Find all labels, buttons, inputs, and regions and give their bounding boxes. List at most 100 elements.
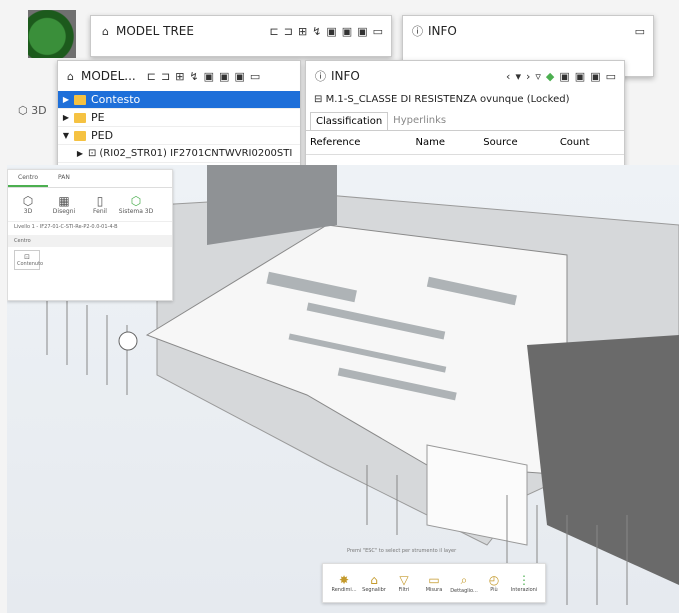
target-icon: ✸ bbox=[338, 573, 350, 587]
clock-icon: ◴ bbox=[488, 573, 500, 587]
lock-icon[interactable]: ▣ bbox=[590, 70, 600, 83]
tree-row-contesto[interactable]: ▶ Contesto bbox=[58, 91, 300, 109]
thumbnail-model bbox=[28, 10, 76, 58]
detail-button[interactable]: ⌕ Dettaglio... bbox=[449, 573, 479, 594]
expand-icon[interactable]: ⊏ bbox=[147, 70, 156, 83]
category-label: Fenil bbox=[93, 208, 107, 215]
cube-3d-icon: ⬡ 3D bbox=[18, 104, 47, 117]
model-tree-panel: ⌂ MODEL... ⊏ ⊐ ⊞ ↯ ▣ ▣ ▣ ▭ ▶ Contesto ▶ PE ▼ PED ▶… bbox=[57, 60, 301, 182]
filter-icon[interactable]: ▿ bbox=[535, 70, 541, 83]
tree-row-label: PE bbox=[91, 111, 105, 124]
col-source[interactable]: Source bbox=[479, 131, 556, 155]
classification-table: Reference Name Source Count bbox=[306, 131, 624, 155]
tab-centro[interactable]: Centro bbox=[8, 170, 49, 187]
more-button[interactable]: ◴ Più bbox=[479, 573, 509, 593]
prev-icon[interactable]: ‹ bbox=[506, 70, 510, 83]
lock-icon[interactable]: ▣ bbox=[559, 70, 569, 83]
magnifier-icon: ⌕ bbox=[460, 572, 468, 587]
window-icon[interactable]: ▭ bbox=[373, 25, 383, 38]
tool-label: Filtri bbox=[398, 587, 410, 593]
info-panel: ⓘ INFO ‹ ▾ › ▿ ◆ ▣ ▣ ▣ ▭ ⊟ M.1-S_CLASSE DI RESIS… bbox=[305, 60, 625, 182]
tree-tool-icon[interactable]: ⊞ bbox=[298, 25, 307, 38]
pivot-marker bbox=[118, 331, 138, 351]
tab-classification[interactable]: Classification bbox=[310, 112, 389, 130]
window-icon[interactable]: ▭ bbox=[250, 70, 260, 83]
filter-button[interactable]: ▽ Filtri bbox=[389, 573, 419, 593]
tool-label: Misura bbox=[425, 587, 443, 593]
folder-icon bbox=[74, 94, 86, 105]
tree-row-label: PED bbox=[91, 129, 114, 142]
expand-arrow-icon[interactable]: ▶ bbox=[58, 113, 74, 122]
tree-tool-icon[interactable]: ↯ bbox=[312, 25, 321, 38]
tree-row-pe[interactable]: ▶ PE bbox=[58, 109, 300, 127]
col-count[interactable]: Count bbox=[555, 131, 624, 155]
lock-icon[interactable]: ▣ bbox=[357, 25, 367, 38]
lock-icon[interactable]: ▣ bbox=[234, 70, 244, 83]
info-title: INFO bbox=[331, 69, 360, 83]
sheet-icon: ▦ bbox=[58, 194, 70, 208]
side-label: 3D bbox=[31, 104, 47, 117]
info-icon: ⓘ bbox=[412, 24, 423, 38]
element-name: M.1-S_CLASSE DI RESISTENZA ovunque (Lock… bbox=[325, 94, 570, 105]
tree-row-ped[interactable]: ▼ PED bbox=[58, 127, 300, 145]
3d-viewer[interactable]: Centro PAN ⬡ 3D ▦ Disegni ▯ Fenil ⬡ Sistema … bbox=[7, 165, 679, 613]
category-label: Disegni bbox=[52, 208, 76, 215]
render-button[interactable]: ✸ Rendimi... bbox=[329, 573, 359, 593]
tool-label: Dettaglio... bbox=[450, 587, 478, 594]
category-fenil[interactable]: ▯ Fenil bbox=[82, 194, 118, 215]
folder-icon bbox=[74, 112, 86, 123]
expand-arrow-icon[interactable]: ▶ bbox=[72, 149, 88, 158]
next-icon[interactable]: › bbox=[526, 70, 530, 83]
category-disegni[interactable]: ▦ Disegni bbox=[46, 194, 82, 215]
tree-icon: ⋮ bbox=[518, 573, 530, 587]
category-label: Sistema 3D bbox=[118, 208, 154, 215]
content-button[interactable]: ⊡ Contenuto bbox=[14, 250, 43, 270]
lock-icon[interactable]: ▣ bbox=[326, 25, 336, 38]
collapse-arrow-icon[interactable]: ▼ bbox=[58, 131, 74, 140]
tool-label: Rendimi... bbox=[331, 587, 357, 593]
col-reference[interactable]: Reference bbox=[306, 131, 412, 155]
tree-tool-icon[interactable]: ⊐ bbox=[284, 25, 293, 38]
col-name[interactable]: Name bbox=[411, 131, 480, 155]
window-icon[interactable]: ▭ bbox=[606, 70, 616, 83]
isolate-icon[interactable]: ↯ bbox=[189, 70, 198, 83]
tab-hyperlinks[interactable]: Hyperlinks bbox=[388, 112, 451, 130]
search-field[interactable]: Centro bbox=[8, 235, 172, 247]
tool-label: Segnalibr bbox=[362, 587, 386, 593]
info-icon: ⓘ bbox=[315, 69, 326, 83]
model-tree-icon: ⌂ bbox=[67, 69, 74, 83]
tab-pan[interactable]: PAN bbox=[48, 170, 80, 187]
book-icon: ▯ bbox=[96, 194, 104, 208]
tree-tool-icon[interactable]: ⊏ bbox=[270, 25, 279, 38]
back-model-tree-title: MODEL TREE bbox=[116, 24, 194, 38]
interactions-button[interactable]: ⋮ Interazioni bbox=[509, 573, 539, 593]
expand-arrow-icon[interactable]: ▶ bbox=[58, 95, 74, 104]
lock-icon[interactable]: ▣ bbox=[219, 70, 229, 83]
tool-label: Più bbox=[490, 587, 498, 593]
measure-button[interactable]: ▭ Misura bbox=[419, 573, 449, 593]
cube-icon: ⬡ bbox=[22, 194, 34, 208]
grid-icon[interactable]: ⊞ bbox=[175, 70, 184, 83]
back-model-tree-panel: ⌂ MODEL TREE ⊏ ⊐ ⊞ ↯ ▣ ▣ ▣ ▭ bbox=[90, 15, 392, 57]
window-icon[interactable]: ▭ bbox=[635, 25, 645, 38]
category-sistema-3d[interactable]: ⬡ Sistema 3D bbox=[118, 194, 154, 215]
bookmark-button[interactable]: ⌂ Segnalibr bbox=[359, 573, 389, 593]
lock-icon[interactable]: ▣ bbox=[204, 70, 214, 83]
cube-icon: ⬡ bbox=[130, 194, 142, 208]
tree-row-label: (RI02_STR01) IF2701CNTWVRI0200STI bbox=[99, 148, 293, 159]
collapse-icon[interactable]: ⊐ bbox=[161, 70, 170, 83]
dropdown-icon[interactable]: ▾ bbox=[515, 70, 521, 83]
level-path: Livello 1 - IF27-01-C-STI-Re-P2-0.0-01-4… bbox=[8, 221, 172, 232]
category-label: 3D bbox=[23, 208, 33, 215]
tree-row-model[interactable]: ▶ ⊡ (RI02_STR01) IF2701CNTWVRI0200STI bbox=[58, 145, 300, 163]
filter-icon: ▽ bbox=[399, 573, 409, 587]
lock-icon[interactable]: ▣ bbox=[342, 25, 352, 38]
model-tree-title: MODEL... bbox=[81, 69, 136, 83]
view-browser-panel: Centro PAN ⬡ 3D ▦ Disegni ▯ Fenil ⬡ Sistema … bbox=[7, 169, 173, 301]
category-3d[interactable]: ⬡ 3D bbox=[10, 194, 46, 215]
rect-icon: ▭ bbox=[428, 573, 440, 587]
hint-text: Premi "ESC" to select per strumento il l… bbox=[347, 548, 457, 554]
bookmark-icon: ⌂ bbox=[370, 573, 378, 587]
tag-icon[interactable]: ◆ bbox=[546, 70, 554, 83]
lock-icon[interactable]: ▣ bbox=[575, 70, 585, 83]
